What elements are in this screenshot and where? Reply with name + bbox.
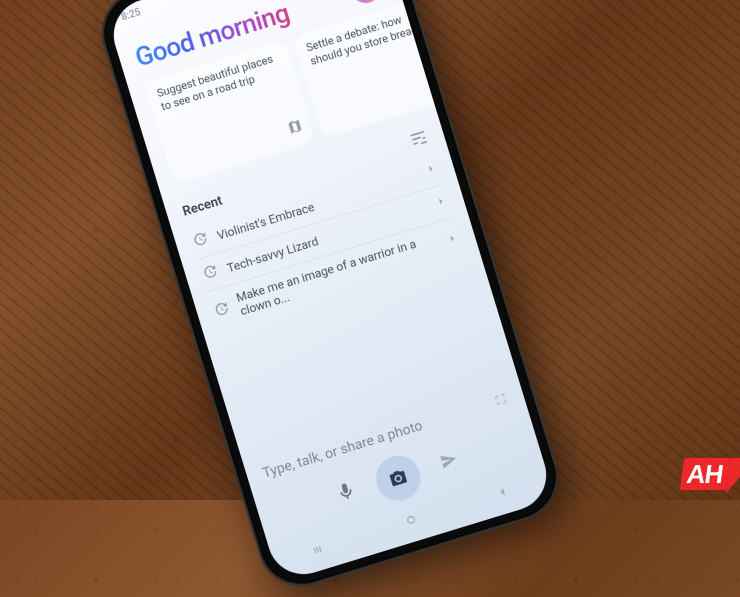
history-icon bbox=[200, 262, 221, 285]
history-icon bbox=[211, 299, 232, 322]
watermark-logo: AH bbox=[680, 458, 730, 490]
home-icon[interactable] bbox=[401, 510, 422, 534]
chevron-right-icon bbox=[445, 230, 461, 248]
history-icon bbox=[190, 229, 211, 252]
mic-button[interactable] bbox=[333, 479, 359, 508]
recent-label: Recent bbox=[181, 193, 224, 219]
back-icon[interactable] bbox=[493, 482, 514, 506]
send-button[interactable] bbox=[437, 448, 463, 477]
chevron-right-icon bbox=[424, 161, 440, 179]
tune-icon[interactable] bbox=[407, 127, 431, 153]
avatar[interactable] bbox=[348, 0, 383, 6]
map-icon bbox=[285, 117, 306, 141]
chevron-right-icon bbox=[434, 194, 450, 212]
status-time: 8:25 bbox=[120, 7, 142, 23]
recents-icon[interactable] bbox=[309, 538, 330, 562]
